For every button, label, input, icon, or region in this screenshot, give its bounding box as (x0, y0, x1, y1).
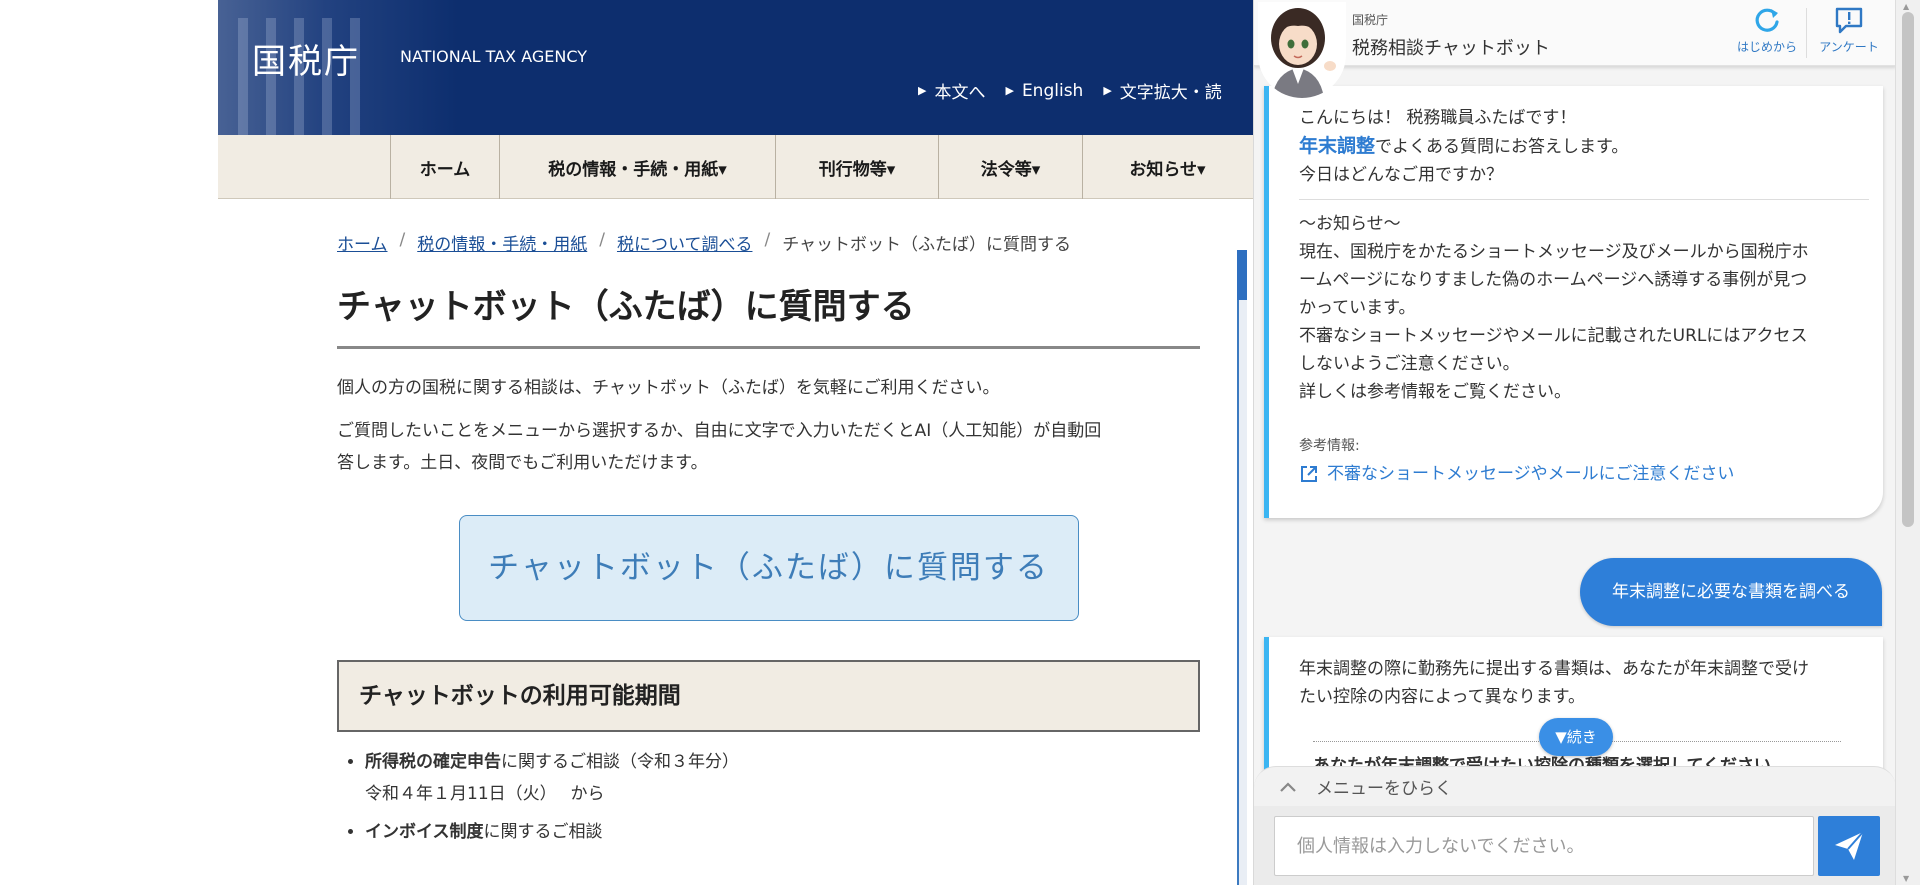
external-link-icon (1301, 466, 1317, 482)
text-size-link[interactable]: ▶ 文字拡大・読 (1103, 78, 1221, 103)
nav-tax-info[interactable]: 税の情報・手続・用紙▾ (499, 135, 775, 199)
list-item: インボイス制度に関するご相談 (365, 816, 1200, 848)
question-text: 今日はどんなご用ですか？ (1299, 165, 1503, 185)
site-logo-english: NATIONAL TAX AGENCY (400, 47, 587, 66)
bot-message-welcome: こんにちは！ 税務職員ふたばです！ 年末調整でよくある質問にお答えします。 今日… (1264, 86, 1883, 518)
chat-input[interactable] (1274, 816, 1814, 876)
main-content: ホーム / 税の情報・手続・用紙 / 税について調べる / チャットボット（ふた… (337, 230, 1200, 854)
reference-link[interactable]: 不審なショートメッセージやメールにご注意ください (1299, 460, 1869, 488)
open-menu-label: メニューをひらく (1316, 779, 1452, 799)
breadcrumb: ホーム / 税の情報・手続・用紙 / 税について調べる / チャットボット（ふた… (337, 230, 1200, 255)
futaba-avatar-icon (1258, 2, 1346, 98)
intro-text: 個人の方の国税に関する相談は、チャットボット（ふたば）を気軽にご利用ください。 (337, 378, 1000, 398)
breadcrumb-tax-research[interactable]: 税について調べる (617, 230, 753, 255)
chat-org-name: 国税庁 (1352, 13, 1389, 27)
scroll-down-arrow-icon[interactable]: ▼ (1903, 874, 1909, 883)
survey-button[interactable]: アンケート (1812, 4, 1886, 62)
chat-input-area (1254, 806, 1895, 885)
greeting-text: こんにちは！ 税務職員ふたばです！ (1299, 108, 1577, 128)
section-heading-availability: チャットボットの利用可能期間 (337, 660, 1200, 732)
open-chatbot-button[interactable]: チャットボット（ふたば）に質問する (458, 515, 1079, 621)
refresh-icon (1755, 8, 1779, 32)
continue-button[interactable]: ▼続き (1539, 718, 1613, 756)
page-edge-panel (1237, 250, 1247, 885)
chevron-up-icon (1278, 777, 1298, 797)
restart-button[interactable]: はじめから (1730, 4, 1804, 62)
open-menu-bar[interactable]: メニューをひらく (1254, 766, 1895, 806)
availability-list: 所得税の確定申告に関するご相談（令和３年分） 令和４年１月11日（火） から イ… (365, 746, 1200, 848)
breadcrumb-tax-info[interactable]: 税の情報・手続・用紙 (417, 230, 587, 255)
divider (1299, 199, 1869, 200)
page: 国税庁 NATIONAL TAX AGENCY ▶ 本文へ ▶ English ▶ 文… (0, 0, 1920, 885)
send-icon (1835, 831, 1864, 860)
reply-text: 年末調整の際に勤務先に提出する書類は、あなたが年末調整で受け たい控除の内容によ… (1299, 659, 1809, 707)
utility-links: ▶ 本文へ ▶ English ▶ 文字拡大・読 (918, 78, 1222, 104)
bot-message-reply: 年末調整の際に勤務先に提出する書類は、あなたが年末調整で受け たい控除の内容によ… (1264, 637, 1883, 777)
scroll-up-arrow-icon[interactable]: ▲ (1903, 2, 1909, 11)
nav-laws[interactable]: 法令等▾ (938, 135, 1082, 199)
notice-body: 現在、国税庁をかたるショートメッセージ及びメールから国税庁ホ ームページになりす… (1299, 242, 1809, 402)
chat-scrollbar[interactable]: ▲ ▼ (1895, 0, 1920, 885)
page-title: チャットボット（ふたば）に質問する (337, 279, 1200, 349)
global-nav: ホーム 税の情報・手続・用紙▾ 刊行物等▾ 法令等▾ お知らせ▾ (218, 135, 1320, 199)
site-header: 国税庁 NATIONAL TAX AGENCY ▶ 本文へ ▶ English ▶ 文… (218, 0, 1320, 135)
topic-text: 年末調整でよくある質問にお答えします。 (1299, 135, 1629, 157)
chatbot-panel: 国税庁 税務相談チャットボット はじめから アンケート こんにちは！ 税務職員ふ… (1253, 0, 1895, 885)
survey-label: アンケート (1819, 40, 1879, 54)
scrollbar-thumb[interactable] (1902, 12, 1914, 527)
user-message: 年末調整に必要な書類を調べる (1580, 558, 1882, 626)
send-button[interactable] (1818, 816, 1880, 876)
skip-to-content-link[interactable]: ▶ 本文へ (918, 78, 985, 103)
notice-title: ～お知らせ～ (1299, 214, 1401, 234)
nav-publications[interactable]: 刊行物等▾ (775, 135, 938, 199)
chat-header: 国税庁 税務相談チャットボット はじめから アンケート (1254, 0, 1895, 66)
restart-label: はじめから (1736, 40, 1797, 54)
list-item: 所得税の確定申告に関するご相談（令和３年分） 令和４年１月11日（火） から (365, 746, 1200, 810)
breadcrumb-separator: / (399, 230, 406, 250)
page-edge-panel-top (1237, 250, 1247, 300)
site-logo[interactable]: 国税庁 (252, 34, 360, 83)
english-link[interactable]: ▶ English (1005, 78, 1083, 103)
usage-text: ご質問したいことをメニューから選択するか、自由に文字で入力いただくとAI（人工知… (337, 421, 1102, 473)
survey-icon (1835, 7, 1863, 34)
header-divider (1806, 8, 1807, 58)
breadcrumb-separator: / (764, 230, 771, 250)
nav-home[interactable]: ホーム (390, 135, 499, 199)
breadcrumb-separator: / (599, 230, 605, 250)
breadcrumb-home[interactable]: ホーム (337, 230, 388, 255)
nav-news[interactable]: お知らせ▾ (1082, 135, 1252, 199)
reference-label: 参考情報: (1299, 438, 1360, 454)
chat-title: 税務相談チャットボット (1352, 38, 1550, 59)
breadcrumb-current: チャットボット（ふたば）に質問する (782, 235, 1072, 255)
